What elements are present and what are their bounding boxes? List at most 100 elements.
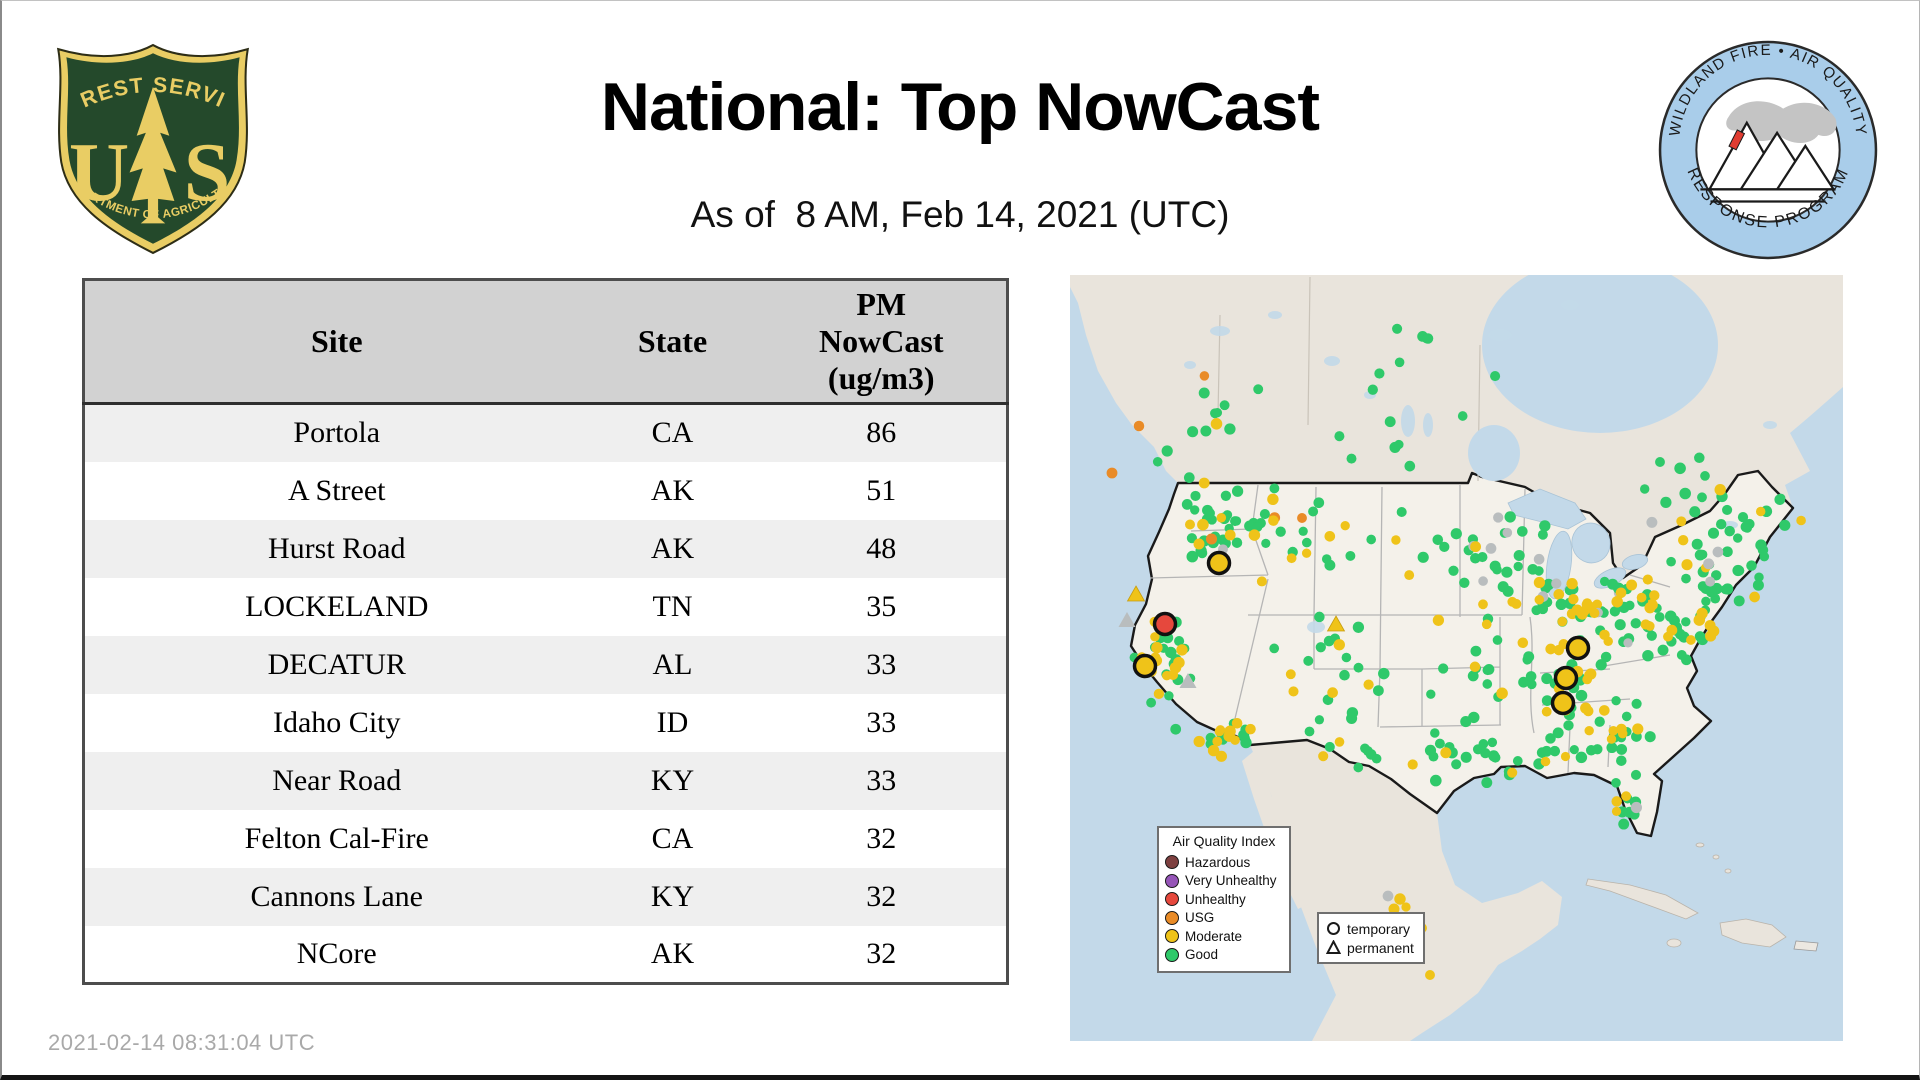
monitor-dot-x	[1703, 558, 1714, 569]
monitor-dot-g	[1395, 357, 1405, 367]
monitor-dot-g	[1276, 527, 1286, 537]
monitor-dot-g	[1354, 663, 1364, 673]
monitor-dot-g	[1302, 538, 1312, 548]
monitor-dot-g	[1517, 526, 1528, 537]
monitor-dot-g	[1645, 731, 1656, 742]
monitor-dot-g	[1779, 520, 1790, 531]
monitor-dot-m	[1507, 768, 1517, 778]
monitor-dot-g	[1313, 497, 1324, 508]
monitor-dot-g	[1493, 635, 1503, 645]
monitor-dot-g	[1430, 775, 1442, 787]
pm-nowcast-cell: 33	[757, 694, 1008, 752]
monitor-dot-m	[1197, 519, 1209, 531]
monitor-dot-m	[1645, 621, 1654, 630]
monitor-dot-o	[1297, 513, 1307, 523]
monitor-dot-m	[1541, 757, 1551, 767]
monitor-dot-x	[1631, 802, 1642, 813]
pm-nowcast-cell: 32	[757, 868, 1008, 926]
monitor-dot-g	[1366, 535, 1376, 545]
monitor-dot-g	[1701, 597, 1710, 606]
monitor-dot-m	[1170, 662, 1182, 674]
state-cell: AK	[589, 462, 757, 520]
monitor-dot-g	[1339, 670, 1350, 681]
legend-item-label: Hazardous	[1185, 855, 1250, 870]
monitor-dot-g	[1468, 670, 1479, 681]
monitor-dot-m	[1566, 578, 1577, 589]
monitor-dot-m	[1287, 553, 1297, 563]
monitor-dot-g	[1576, 752, 1587, 763]
monitor-dot-m	[1621, 791, 1631, 801]
site-cell: Hurst Road	[84, 520, 589, 578]
monitor-dot-g	[1655, 612, 1665, 622]
site-cell: Near Road	[84, 752, 589, 810]
monitor-dot-m	[1230, 735, 1240, 745]
monitor-dot-m	[1249, 529, 1260, 540]
top-site-marker	[1568, 638, 1589, 659]
monitor-dot-m	[1599, 630, 1609, 640]
monitor-dot-g	[1378, 668, 1389, 679]
monitor-dot-g	[1232, 486, 1243, 497]
pm-nowcast-cell: 35	[757, 578, 1008, 636]
monitor-dot-g	[1513, 756, 1523, 766]
state-cell: AK	[589, 520, 757, 578]
monitor-dot-m	[1572, 605, 1583, 616]
monitor-dot-m	[1257, 576, 1267, 586]
top-site-marker	[1135, 656, 1156, 677]
monitor-dot-m	[1324, 531, 1335, 542]
legend-item-label: Unhealthy	[1185, 892, 1246, 907]
monitor-dot-m	[1482, 619, 1492, 629]
legend-item: Good	[1165, 946, 1283, 965]
monitor-dot-g	[1655, 457, 1665, 467]
table-header-row: Site State PM NowCast (ug/m3)	[84, 280, 1008, 404]
monitor-dot-m	[1194, 539, 1205, 550]
monitor-dot-m	[1618, 729, 1628, 739]
monitor-dot-o	[1200, 371, 1210, 381]
permanent-label: permanent	[1347, 940, 1414, 956]
monitor-dot-x	[1478, 576, 1488, 586]
monitor-dot-m	[1425, 970, 1435, 980]
monitor-dot-g	[1392, 324, 1402, 334]
monitor-dot-m	[1582, 675, 1592, 685]
monitor-dot-m	[1637, 593, 1647, 603]
monitor-dot-g	[1460, 716, 1471, 727]
monitor-dot-g	[1345, 551, 1355, 561]
legend-item-label: Very Unhealthy	[1185, 873, 1277, 888]
monitor-dot-g	[1632, 699, 1642, 709]
permanent-triangle-icon	[1326, 940, 1341, 955]
monitor-dot-g	[1640, 484, 1649, 493]
monitor-dot-g	[1184, 472, 1195, 483]
pm-nowcast-cell: 33	[757, 752, 1008, 810]
monitor-dot-g	[1394, 440, 1403, 449]
monitor-dot-g	[1677, 650, 1687, 660]
monitor-dot-g	[1606, 742, 1617, 753]
monitor-dot-m	[1589, 608, 1599, 618]
monitor-dot-g	[1679, 488, 1691, 500]
very_unhealthy-dot-icon	[1165, 874, 1179, 888]
table-body: PortolaCA86A StreetAK51Hurst RoadAK48LOC…	[84, 404, 1008, 984]
state-cell: KY	[589, 868, 757, 926]
pm-nowcast-cell: 48	[757, 520, 1008, 578]
monitor-dot-g	[1490, 561, 1501, 572]
monitor-dot-g	[1760, 552, 1770, 562]
monitor-dot-g	[1261, 539, 1270, 548]
monitor-dot-m	[1194, 736, 1205, 747]
monitor-dot-m	[1199, 478, 1210, 489]
monitor-dot-o	[1206, 533, 1217, 544]
monitor-dot-g	[1738, 512, 1748, 522]
monitor-dot-m	[1288, 686, 1298, 696]
monitor-dot-g	[1721, 585, 1730, 594]
aqi-legend-title: Air Quality Index	[1165, 833, 1283, 849]
monitor-dot-m	[1553, 589, 1564, 600]
monitor-dot-g	[1308, 507, 1318, 517]
monitor-dot-g	[1595, 717, 1605, 727]
monitor-dot-x	[1493, 512, 1503, 522]
monitor-dot-m	[1649, 590, 1659, 600]
legend-row-permanent: permanent	[1326, 938, 1416, 957]
legend-item: Moderate	[1165, 927, 1283, 946]
monitor-dot-g	[1368, 385, 1378, 395]
monitor-dot-g	[1190, 491, 1200, 501]
monitor-dot-m	[1225, 530, 1236, 541]
site-cell: Idaho City	[84, 694, 589, 752]
monitor-dot-x	[1486, 543, 1497, 554]
monitor-dot-m	[1756, 507, 1765, 516]
